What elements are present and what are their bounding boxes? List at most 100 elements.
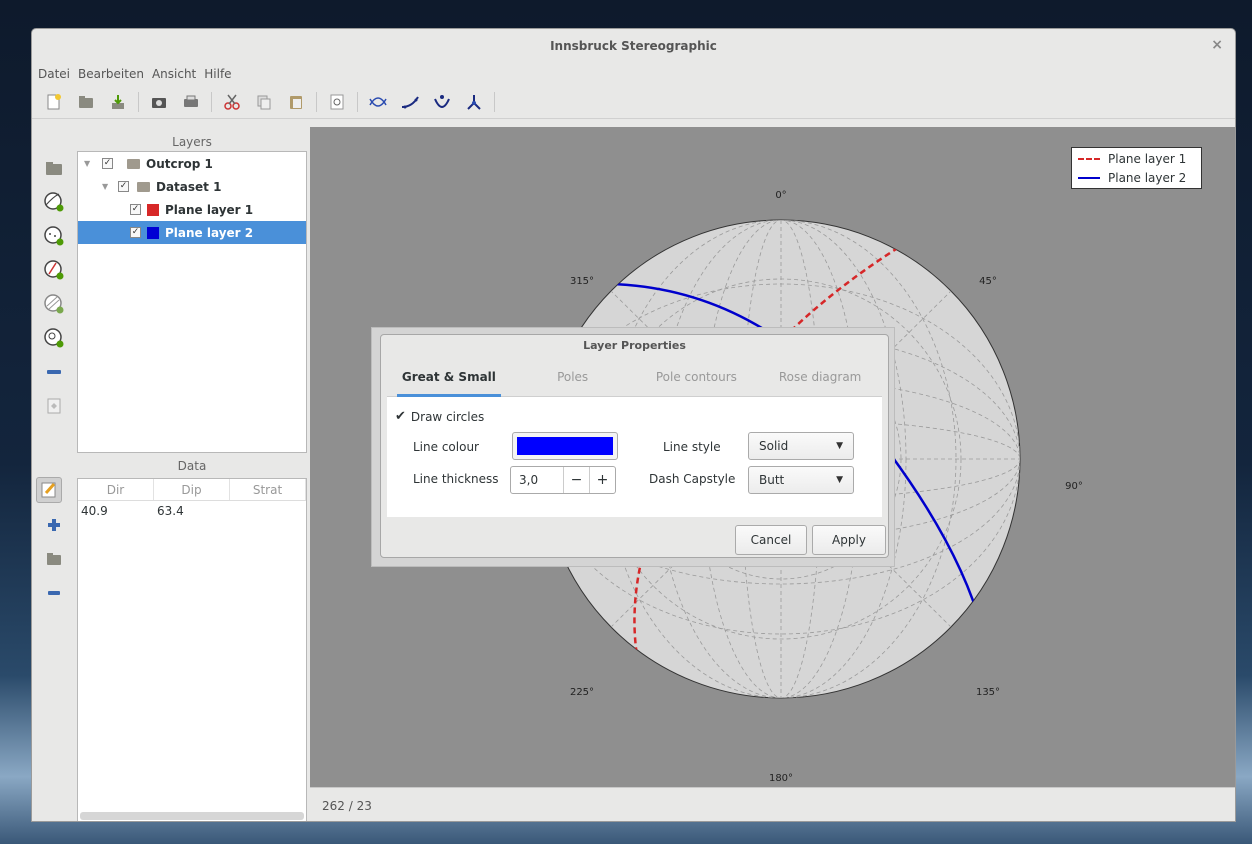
legend-entry: Plane layer 1	[1072, 150, 1201, 167]
layer-properties-dialog: Layer Properties Great & Small circles P…	[380, 334, 889, 558]
cancel-button[interactable]: Cancel	[735, 525, 807, 555]
menu-bar: Datei Bearbeiten Ansicht Hilfe	[32, 63, 1235, 85]
print-icon[interactable]	[180, 91, 202, 113]
add-row-icon[interactable]	[42, 513, 66, 537]
decrement-button[interactable]: −	[563, 467, 589, 493]
tree-row-plane-layer-2[interactable]: ✓ Plane layer 2	[78, 221, 306, 244]
layer-properties-icon[interactable]	[42, 394, 66, 418]
expander-icon[interactable]: ▼	[102, 182, 118, 191]
dash-capstyle-dropdown[interactable]: Butt ▼	[748, 466, 854, 494]
tree-row-dataset[interactable]: ▼ ✓ Dataset 1	[78, 175, 306, 198]
direction-label-sw: 225°	[570, 687, 594, 698]
add-faultplane-layer-icon[interactable]	[42, 292, 66, 316]
line-colour-label: Line colour	[413, 440, 479, 454]
toolbar	[32, 85, 1235, 119]
tab-pole-contours[interactable]: Pole contours	[635, 357, 759, 396]
toolbar-separator	[211, 91, 212, 112]
cell-strat[interactable]	[230, 501, 306, 521]
direction-label-n: 0°	[775, 190, 786, 201]
menu-hilfe[interactable]: Hilfe	[204, 67, 231, 81]
tab-poles[interactable]: Poles	[511, 357, 635, 396]
copy-icon[interactable]	[253, 91, 275, 113]
expander-icon[interactable]: ▼	[84, 159, 102, 168]
chevron-down-icon: ▼	[836, 441, 843, 451]
direction-label-ne: 45°	[979, 276, 997, 287]
legend-line-solid	[1078, 176, 1100, 179]
import-icon[interactable]	[107, 91, 129, 113]
direction-label-se: 135°	[976, 687, 1000, 698]
add-folder-icon[interactable]	[42, 156, 66, 180]
column-header-strat[interactable]: Strat	[230, 479, 306, 500]
tab-great-small-circles[interactable]: Great & Small circles	[387, 357, 511, 424]
toolbar-separator	[316, 91, 317, 112]
paste-icon[interactable]	[285, 91, 307, 113]
close-icon[interactable]: ×	[1211, 37, 1223, 53]
cell-dip[interactable]: 63.4	[154, 501, 230, 521]
menu-bearbeiten[interactable]: Bearbeiten	[78, 67, 144, 81]
title-bar: Innsbruck Stereographic ×	[32, 29, 1235, 63]
cursor-coordinates: 262 / 23	[322, 799, 372, 813]
cell-dir[interactable]: 40.9	[78, 501, 154, 521]
small-circle-icon[interactable]	[431, 91, 453, 113]
tab-content: ✔ Draw circles Line colour Line thicknes…	[387, 397, 882, 517]
legend-entry: Plane layer 2	[1072, 169, 1201, 186]
add-plane-layer-icon[interactable]	[42, 190, 66, 214]
draw-circles-label: Draw circles	[410, 409, 485, 424]
tree-row-plane-layer-1[interactable]: ✓ Plane layer 1	[78, 198, 306, 221]
line-thickness-label: Line thickness	[413, 472, 499, 486]
tree-row-outcrop[interactable]: ▼ ✓ Outcrop 1	[78, 152, 306, 175]
column-header-dir[interactable]: Dir	[78, 479, 154, 500]
left-toolbar	[32, 121, 76, 821]
layer-checkbox[interactable]: ✓	[118, 181, 129, 192]
zoom-icon[interactable]	[326, 91, 348, 113]
menu-datei[interactable]: Datei	[38, 67, 70, 81]
tree-item-label: Plane layer 1	[165, 202, 254, 217]
table-row[interactable]: 40.9 63.4	[78, 501, 306, 521]
mean-vector-icon[interactable]	[463, 91, 485, 113]
new-file-icon[interactable]	[43, 91, 65, 113]
great-circle-icon[interactable]	[367, 91, 389, 113]
data-table: Dir Dip Strat 40.9 63.4	[77, 478, 307, 821]
line-colour-swatch	[517, 437, 613, 455]
add-line-layer-icon[interactable]	[42, 224, 66, 248]
draw-circles-checkbox[interactable]: ✔	[395, 409, 406, 424]
add-eigenvector-layer-icon[interactable]	[42, 326, 66, 350]
edit-data-icon[interactable]	[36, 477, 62, 503]
remove-row-icon[interactable]	[42, 581, 66, 605]
add-smallcircle-layer-icon[interactable]	[42, 258, 66, 282]
line-thickness-value[interactable]: 3,0	[511, 467, 563, 493]
line-colour-button[interactable]	[512, 432, 618, 460]
layer-checkbox[interactable]: ✓	[102, 158, 113, 169]
draw-circles-row[interactable]: ✔ Draw circles	[395, 409, 484, 424]
layer-checkbox[interactable]: ✓	[130, 227, 141, 238]
remove-layer-icon[interactable]	[42, 360, 66, 384]
line-thickness-spinner[interactable]: 3,0 − +	[510, 466, 616, 494]
column-header-dip[interactable]: Dip	[154, 479, 230, 500]
line-style-value: Solid	[759, 439, 789, 453]
chevron-down-icon: ▼	[836, 475, 843, 485]
layers-panel-title: Layers	[172, 135, 212, 149]
layer-checkbox[interactable]: ✓	[130, 204, 141, 215]
increment-button[interactable]: +	[589, 467, 615, 493]
apply-button[interactable]: Apply	[812, 525, 886, 555]
layer-color-swatch	[147, 226, 159, 239]
open-data-folder-icon[interactable]	[42, 547, 66, 571]
direction-label-s: 180°	[769, 773, 793, 784]
legend-line-dashed	[1078, 157, 1100, 160]
toolbar-separator	[494, 91, 495, 112]
layer-color-swatch	[147, 203, 159, 216]
open-folder-icon[interactable]	[75, 91, 97, 113]
layers-tree: ▼ ✓ Outcrop 1 ▼ ✓ Dataset 1 ✓ Plane laye…	[77, 151, 307, 453]
direction-label-e: 90°	[1065, 481, 1083, 492]
tree-item-label: Plane layer 2	[165, 225, 254, 240]
line-style-dropdown[interactable]: Solid ▼	[748, 432, 854, 460]
tree-item-label: Outcrop 1	[146, 156, 213, 171]
legend-label: Plane layer 1	[1108, 151, 1187, 166]
tab-rose-diagram[interactable]: Rose diagram	[758, 357, 882, 396]
dash-capstyle-label: Dash Capstyle	[649, 472, 736, 486]
line-icon[interactable]	[399, 91, 421, 113]
menu-ansicht[interactable]: Ansicht	[152, 67, 196, 81]
cut-icon[interactable]	[221, 91, 243, 113]
horizontal-scrollbar[interactable]	[80, 812, 304, 820]
screenshot-icon[interactable]	[148, 91, 170, 113]
